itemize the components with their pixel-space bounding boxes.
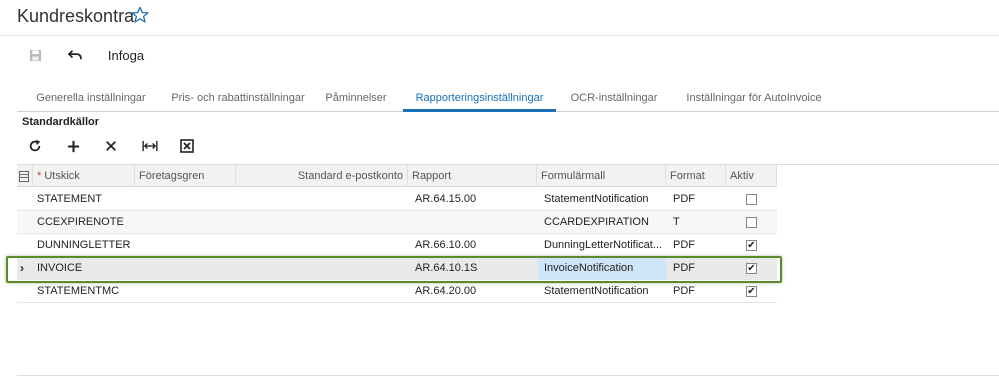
table-row[interactable]: DUNNINGLETTER AR.66.10.00 DunningLetterN… bbox=[17, 234, 777, 257]
table-row[interactable]: STATEMENTMC AR.64.20.00 StatementNotific… bbox=[17, 280, 777, 303]
cell-format[interactable]: PDF bbox=[673, 280, 723, 303]
cell-rapport[interactable]: AR.64.10.1S bbox=[415, 257, 535, 280]
cell-rapport[interactable]: AR.64.20.00 bbox=[415, 280, 535, 303]
cell-utskick[interactable]: STATEMENT bbox=[37, 188, 135, 211]
column-header-utskick[interactable]: * Utskick bbox=[33, 165, 135, 187]
table-row[interactable]: STATEMENT AR.64.15.00 StatementNotificat… bbox=[17, 188, 777, 211]
cell-rapport[interactable]: AR.66.10.00 bbox=[415, 234, 535, 257]
export-excel-button[interactable] bbox=[177, 137, 197, 155]
column-header-aktiv[interactable]: Aktiv bbox=[726, 165, 777, 187]
column-settings-icon bbox=[19, 171, 29, 182]
cell-formularmall[interactable]: DunningLetterNotificat... bbox=[544, 234, 666, 257]
save-button[interactable] bbox=[27, 46, 43, 64]
active-checkbox[interactable]: ✔ bbox=[746, 263, 757, 274]
add-row-button[interactable] bbox=[63, 137, 83, 155]
refresh-button[interactable] bbox=[25, 137, 45, 155]
cell-utskick[interactable]: STATEMENTMC bbox=[37, 280, 135, 303]
tab-general-settings[interactable]: Generella inställningar bbox=[17, 88, 165, 111]
undo-button[interactable] bbox=[66, 46, 84, 64]
grid-toolbar bbox=[17, 132, 999, 160]
insert-button[interactable]: Infoga bbox=[107, 46, 145, 64]
cell-format[interactable]: PDF bbox=[673, 188, 723, 211]
current-row-indicator-icon: › bbox=[20, 261, 24, 275]
sources-grid: * Utskick Företagsgren Standard e-postko… bbox=[17, 164, 999, 376]
cell-utskick[interactable]: DUNNINGLETTER bbox=[37, 234, 135, 257]
column-header-foretagsgren[interactable]: Företagsgren bbox=[135, 165, 236, 187]
table-row[interactable]: CCEXPIRENOTE CCARDEXPIRATION T bbox=[17, 211, 777, 234]
tab-bar: Generella inställningar Pris- och rabatt… bbox=[17, 88, 999, 112]
table-row-selected[interactable]: › INVOICE AR.64.10.1S InvoiceNotificatio… bbox=[17, 257, 777, 280]
column-header-format[interactable]: Format bbox=[666, 165, 726, 187]
cell-formularmall[interactable]: StatementNotification bbox=[544, 188, 664, 211]
active-checkbox[interactable]: ✔ bbox=[746, 286, 757, 297]
cell-rapport[interactable]: AR.64.15.00 bbox=[415, 188, 535, 211]
favorite-star-icon[interactable] bbox=[131, 6, 149, 24]
excel-icon bbox=[180, 139, 194, 153]
grid-header: * Utskick Företagsgren Standard e-postko… bbox=[17, 165, 777, 187]
tab-reporting-settings[interactable]: Rapporteringsinställningar bbox=[403, 88, 556, 112]
fit-to-screen-button[interactable] bbox=[140, 137, 160, 155]
column-header-rapport[interactable]: Rapport bbox=[408, 165, 537, 187]
cell-rapport[interactable] bbox=[415, 211, 535, 234]
title-bar: Kundreskontra bbox=[0, 0, 999, 36]
page-title: Kundreskontra bbox=[17, 6, 135, 26]
main-toolbar: Infoga bbox=[0, 37, 999, 73]
tab-price-discount-settings[interactable]: Pris- och rabattinställningar bbox=[167, 88, 309, 111]
cell-format[interactable]: T bbox=[673, 211, 723, 234]
cell-format[interactable]: PDF bbox=[673, 257, 723, 280]
column-config-icon[interactable] bbox=[17, 165, 33, 187]
cell-formularmall[interactable]: InvoiceNotification bbox=[538, 257, 666, 280]
undo-icon bbox=[68, 50, 82, 60]
fit-width-icon bbox=[142, 140, 158, 152]
cell-utskick[interactable]: INVOICE bbox=[37, 257, 135, 280]
cell-formularmall[interactable]: StatementNotification bbox=[544, 280, 664, 303]
cell-format[interactable]: PDF bbox=[673, 234, 723, 257]
cell-utskick[interactable]: CCEXPIRENOTE bbox=[37, 211, 135, 234]
active-checkbox[interactable]: ✔ bbox=[746, 240, 757, 251]
tab-reminders[interactable]: Påminnelser bbox=[313, 88, 399, 111]
close-icon bbox=[106, 141, 116, 151]
column-header-formularmall[interactable]: Formulärmall bbox=[537, 165, 666, 187]
tab-ocr-settings[interactable]: OCR-inställningar bbox=[559, 88, 669, 111]
required-marker: * bbox=[37, 170, 42, 182]
plus-icon bbox=[67, 140, 79, 152]
column-label-utskick: Utskick bbox=[44, 170, 80, 182]
active-checkbox[interactable] bbox=[746, 217, 757, 228]
cell-formularmall[interactable]: CCARDEXPIRATION bbox=[544, 211, 664, 234]
section-title: Standardkällor bbox=[22, 116, 100, 128]
refresh-icon bbox=[29, 139, 41, 152]
active-checkbox[interactable] bbox=[746, 194, 757, 205]
delete-row-button[interactable] bbox=[101, 137, 121, 155]
tab-autoinvoice-settings[interactable]: Inställningar för AutoInvoice bbox=[674, 88, 834, 111]
save-icon bbox=[29, 49, 41, 61]
column-header-epost[interactable]: Standard e-postkonto bbox=[236, 165, 408, 187]
